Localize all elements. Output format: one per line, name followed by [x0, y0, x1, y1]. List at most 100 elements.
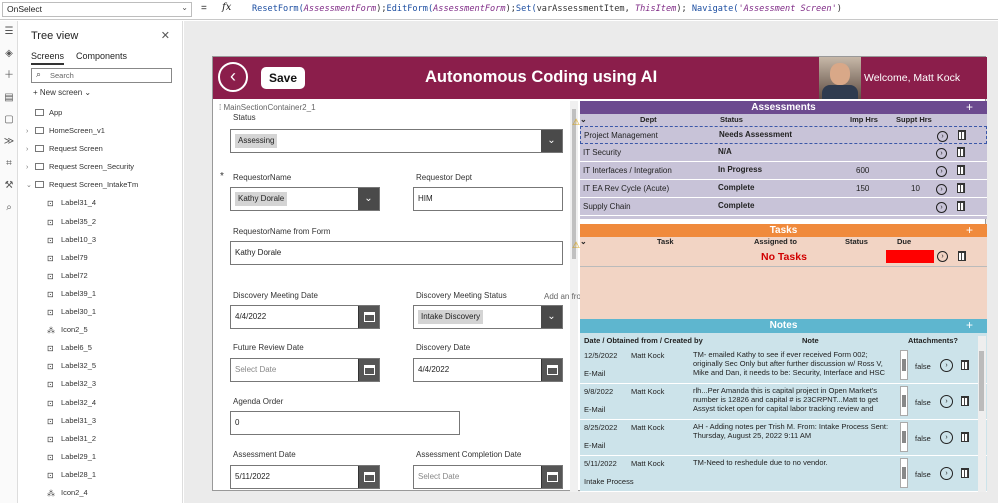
trash-icon[interactable] [961, 360, 969, 370]
frd-datepicker[interactable]: Select Date [230, 358, 380, 382]
trash-icon[interactable] [957, 201, 965, 211]
tree-item[interactable]: ⌄ Request Screen_IntakeTm [19, 176, 179, 194]
assessment-row[interactable]: Project Management Needs Assessment › [580, 126, 987, 144]
tree-item[interactable]: ⁂ Icon2_4 [19, 484, 179, 502]
assessment-row[interactable]: IT Security N/A › [580, 144, 987, 162]
tree-item[interactable]: ⊡ Label31_4 [19, 194, 179, 212]
trash-icon[interactable] [958, 251, 966, 261]
trash-icon[interactable] [961, 468, 969, 478]
layers-icon[interactable]: ◈ [0, 43, 18, 65]
trash-icon[interactable] [957, 147, 965, 157]
chevron-right-icon[interactable]: › [937, 251, 948, 262]
save-button[interactable]: Save [261, 67, 305, 89]
chevron-right-icon[interactable]: › [936, 166, 947, 177]
back-button[interactable]: ‹ [218, 62, 248, 92]
tree-item[interactable]: ⊡ Label31_3 [19, 412, 179, 430]
data-icon[interactable]: ▤ [0, 87, 18, 109]
add-assessment-button[interactable]: + [966, 101, 973, 114]
chevron-right-icon[interactable]: › [940, 395, 953, 408]
tree-item[interactable]: ⊡ Label6_5 [19, 339, 179, 357]
note-scrollbar[interactable] [900, 458, 908, 488]
calendar-icon[interactable] [541, 359, 562, 381]
tree-search-input[interactable]: ⌕ Search [31, 68, 172, 83]
dms-dropdown[interactable]: Intake Discovery ⌄ [413, 305, 563, 329]
tree-item[interactable]: › Request Screen_Security [19, 158, 179, 176]
calendar-icon[interactable] [541, 466, 562, 488]
warning-icon[interactable]: ⚠ [572, 117, 580, 128]
close-icon[interactable]: ✕ [161, 29, 170, 42]
tree-item[interactable]: App [19, 104, 179, 122]
note-scrollbar[interactable] [900, 350, 908, 380]
requestor-dropdown[interactable]: Kathy Dorale ⌄ [230, 187, 380, 211]
dd-datepicker[interactable]: 4/4/2022 [413, 358, 563, 382]
trash-icon[interactable] [957, 165, 965, 175]
tree-item[interactable]: ⊡ Label32_4 [19, 394, 179, 412]
collapse-icon[interactable]: ⌄ [580, 115, 587, 125]
trash-icon[interactable] [961, 432, 969, 442]
tree-item-label: Label39_1 [61, 288, 97, 298]
calendar-icon[interactable] [358, 359, 379, 381]
formula-input[interactable]: ResetForm(AssessmentForm);EditForm(Asses… [252, 4, 842, 14]
collapse-icon[interactable]: ⌄ [580, 237, 587, 247]
chevron-right-icon[interactable]: › [936, 184, 947, 195]
chevron-right-icon[interactable]: › [936, 148, 947, 159]
trash-icon[interactable] [957, 183, 965, 193]
tree-item[interactable]: ⊡ Label32_5 [19, 357, 179, 375]
tree-item[interactable]: ⊡ Label30_1 [19, 303, 179, 321]
tree-item[interactable]: ⊡ Label79 [19, 249, 179, 267]
acd-datepicker[interactable]: Select Date [413, 465, 563, 489]
dept-field[interactable]: HIM [413, 187, 563, 211]
tab-components[interactable]: Components [76, 51, 127, 63]
trash-icon[interactable] [958, 130, 966, 140]
tree-item[interactable]: ⊡ Label35_2 [19, 213, 179, 231]
add-task-button[interactable]: + [966, 224, 973, 237]
tree-item[interactable]: ⊡ Label10_3 [19, 231, 179, 249]
dmd-datepicker[interactable]: 4/4/2022 [230, 305, 380, 329]
status-dropdown[interactable]: Assessing ⌄ [230, 129, 563, 153]
menu-icon[interactable]: ☰ [0, 21, 18, 43]
note-row[interactable]: 9/8/2022 Matt Kock E-Mail rlh...Per Aman… [580, 384, 987, 420]
media-icon[interactable]: ▢ [0, 109, 18, 131]
property-dropdown[interactable]: OnSelect ⌄ [2, 2, 192, 17]
tree-item[interactable]: › Request Screen [19, 140, 179, 158]
tree-item[interactable]: ⊡ Label72 [19, 267, 179, 285]
chevron-right-icon[interactable]: › [940, 359, 953, 372]
note-row[interactable]: 12/5/2022 Matt Kock E-Mail TM- emailed K… [580, 348, 987, 384]
chevron-right-icon[interactable]: › [936, 202, 947, 213]
assessment-row[interactable]: Supply Chain Complete › [580, 198, 987, 216]
tree-item[interactable]: ⊡ Label39_1 [19, 285, 179, 303]
new-screen-button[interactable]: + New screen ⌄ [33, 88, 91, 97]
advanced-tools-icon[interactable]: ⚒ [0, 175, 18, 197]
tab-screens[interactable]: Screens [31, 51, 65, 65]
ad-datepicker[interactable]: 5/11/2022 [230, 465, 380, 489]
warning-icon[interactable]: ⚠ [572, 240, 580, 251]
agenda-field[interactable]: 0 [230, 411, 460, 435]
fx-icon[interactable]: fx [222, 2, 231, 13]
chevron-right-icon[interactable]: › [940, 467, 953, 480]
tree-item[interactable]: ⊡ Label28_1 [19, 466, 179, 484]
notes-scrollbar[interactable] [978, 336, 986, 492]
tree-item[interactable]: ⊡ Label31_2 [19, 430, 179, 448]
tree-item[interactable]: ⊡ Label32_3 [19, 375, 179, 393]
note-row[interactable]: 8/25/2022 Matt Kock E-Mail AH - Adding n… [580, 420, 987, 456]
calendar-icon[interactable] [358, 466, 379, 488]
assessment-row[interactable]: IT Interfaces / Integration In Progress … [580, 162, 987, 180]
note-row[interactable]: 5/11/2022 Matt Kock Intake Process TM-Ne… [580, 456, 987, 492]
trash-icon[interactable] [961, 396, 969, 406]
tree-item[interactable]: › HomeScreen_v1 [19, 122, 179, 140]
insert-icon[interactable]: ＋ [0, 65, 18, 87]
note-scrollbar[interactable] [900, 422, 908, 452]
assessment-dept: Project Management [584, 131, 658, 140]
add-note-button[interactable]: + [966, 319, 973, 332]
tree-item[interactable]: ⊡ Label29_1 [19, 448, 179, 466]
chevron-right-icon[interactable]: › [937, 131, 948, 142]
variables-icon[interactable]: ⌗ [0, 153, 18, 175]
note-scrollbar[interactable] [900, 386, 908, 416]
search-icon[interactable]: ⌕ [0, 197, 18, 219]
tree-item[interactable]: ⁂ Icon2_5 [19, 321, 179, 339]
chevron-right-icon[interactable]: › [940, 431, 953, 444]
calendar-icon[interactable] [358, 306, 379, 328]
power-automate-icon[interactable]: ≫ [0, 131, 18, 153]
assessment-row[interactable]: IT EA Rev Cycle (Acute) Complete 150 10 … [580, 180, 987, 198]
fromform-field[interactable]: Kathy Dorale [230, 241, 563, 265]
